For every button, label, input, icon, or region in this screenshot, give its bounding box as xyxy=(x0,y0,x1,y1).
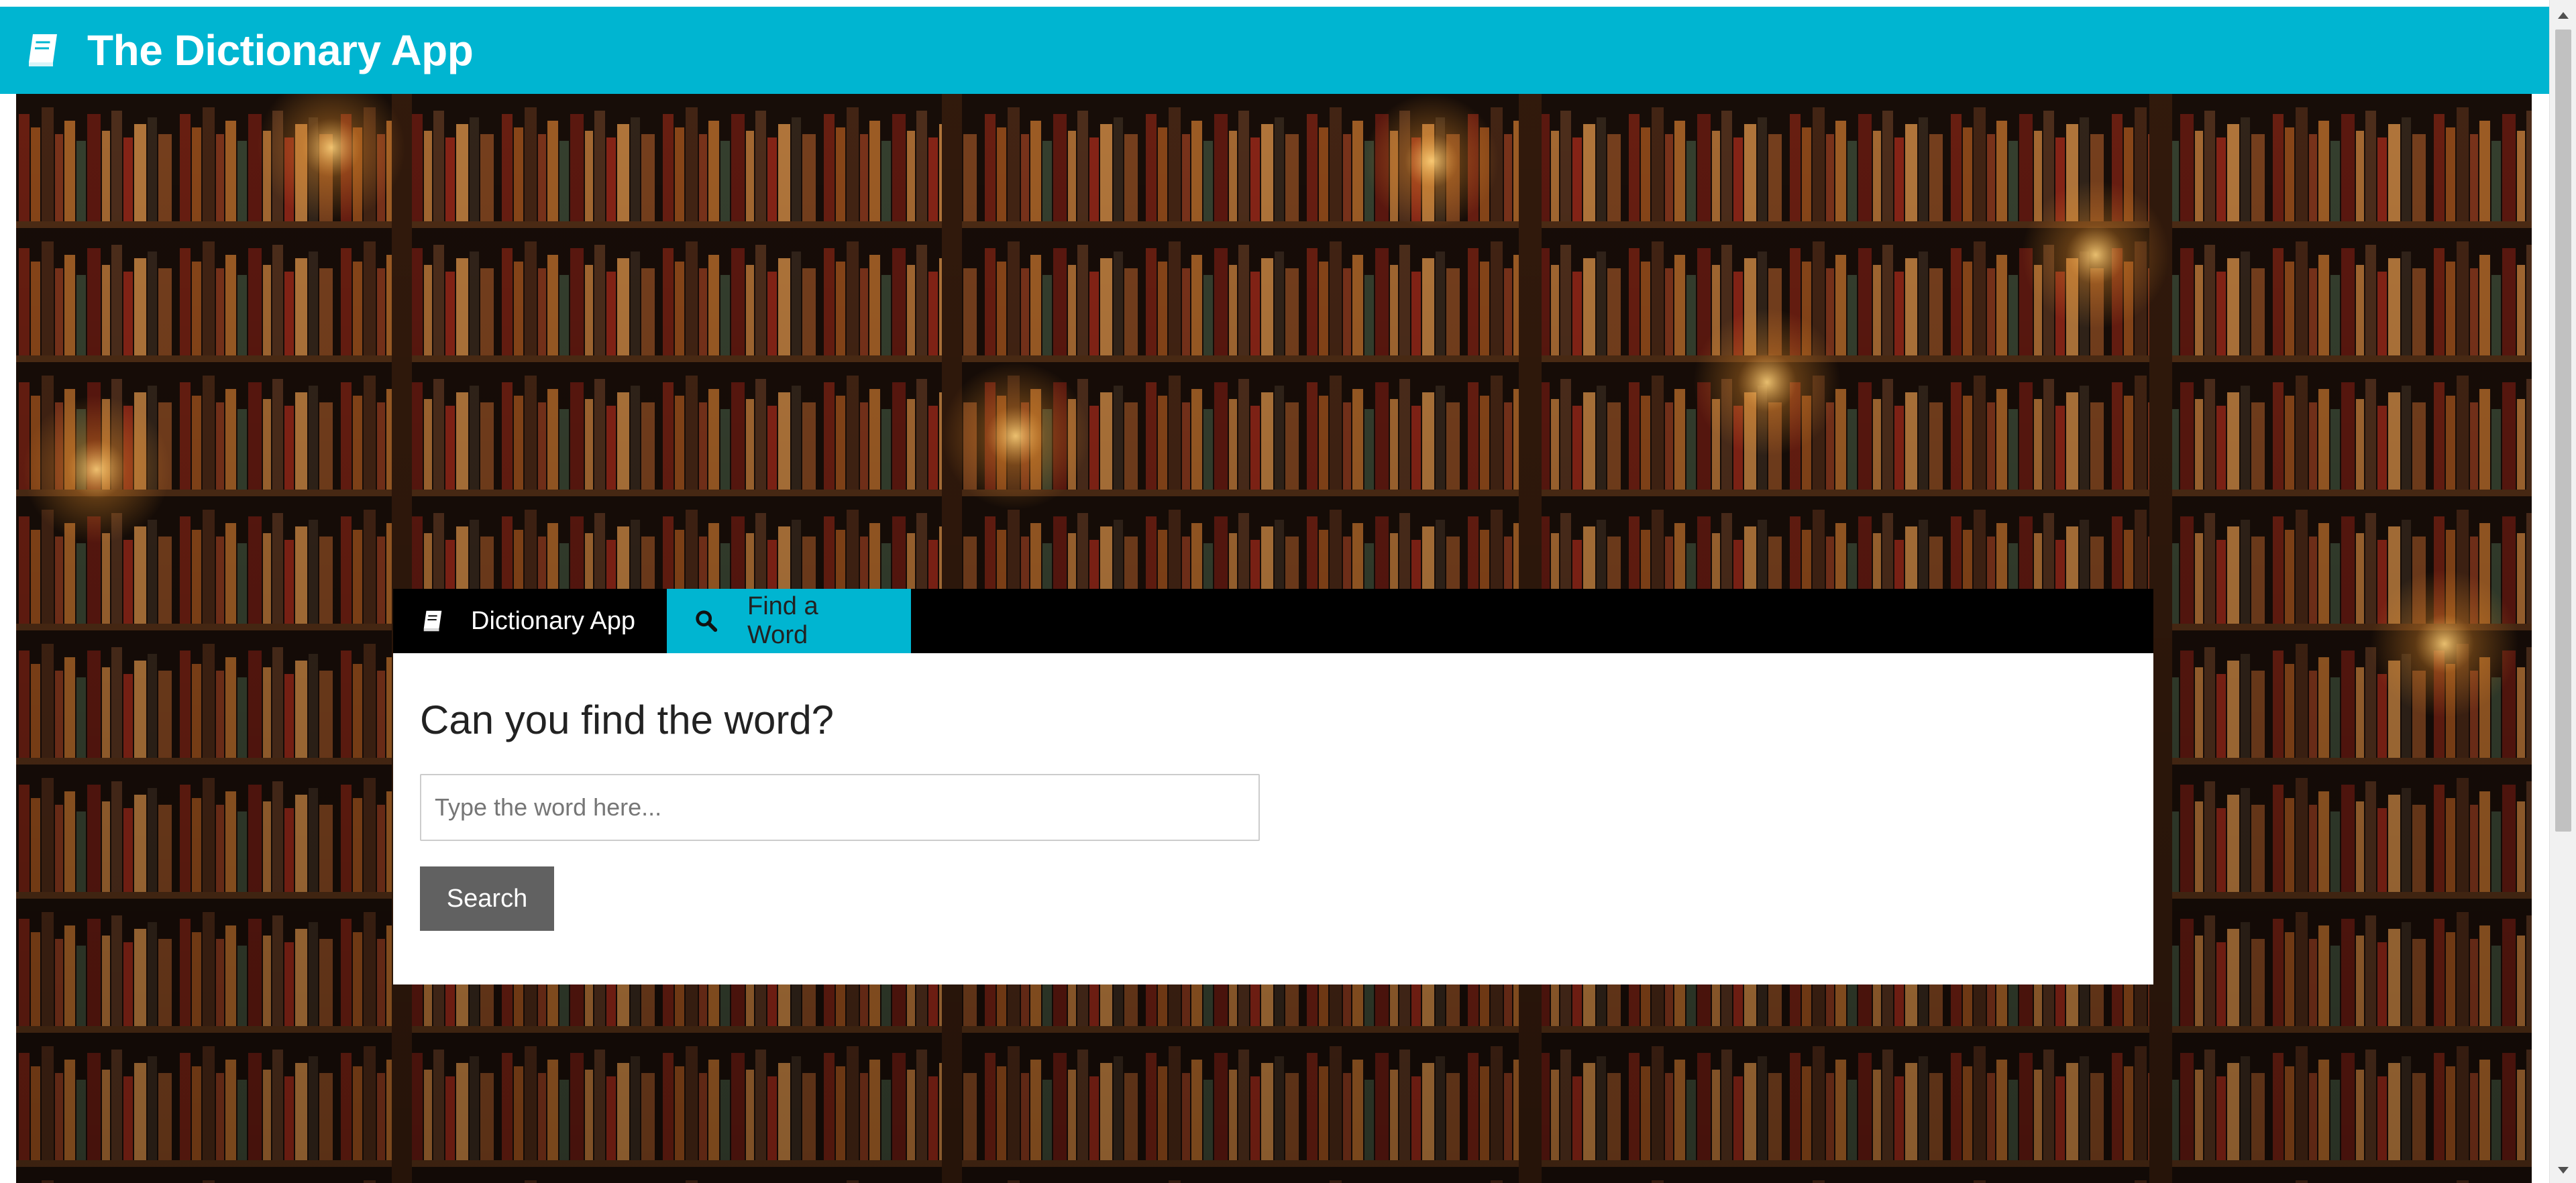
book-icon xyxy=(29,34,57,66)
app-title: The Dictionary App xyxy=(87,26,474,74)
vertical-scrollbar[interactable] xyxy=(2549,0,2576,1183)
search-card: Can you find the word? Search xyxy=(393,653,2153,984)
search-icon xyxy=(696,610,718,632)
tab-find-a-word-label: Find a Word xyxy=(747,592,818,649)
search-button[interactable]: Search xyxy=(420,866,554,931)
word-search-input[interactable] xyxy=(420,774,1260,841)
dictionary-panel: Dictionary App Find a Word Can you find … xyxy=(393,589,2153,984)
scroll-down-arrow-icon[interactable] xyxy=(2558,1167,2569,1174)
app-header: The Dictionary App xyxy=(0,7,2549,94)
tab-dictionary-app-label: Dictionary App xyxy=(471,606,636,635)
scrollbar-thumb[interactable] xyxy=(2555,30,2571,832)
tab-find-a-word[interactable]: Find a Word xyxy=(667,589,911,653)
tab-dictionary-app[interactable]: Dictionary App xyxy=(393,589,667,653)
scroll-up-arrow-icon[interactable] xyxy=(2558,12,2569,19)
search-heading: Can you find the word? xyxy=(420,697,835,742)
book-icon xyxy=(423,610,442,632)
tab-bar: Dictionary App Find a Word xyxy=(393,589,2153,653)
top-strip xyxy=(0,0,2549,7)
